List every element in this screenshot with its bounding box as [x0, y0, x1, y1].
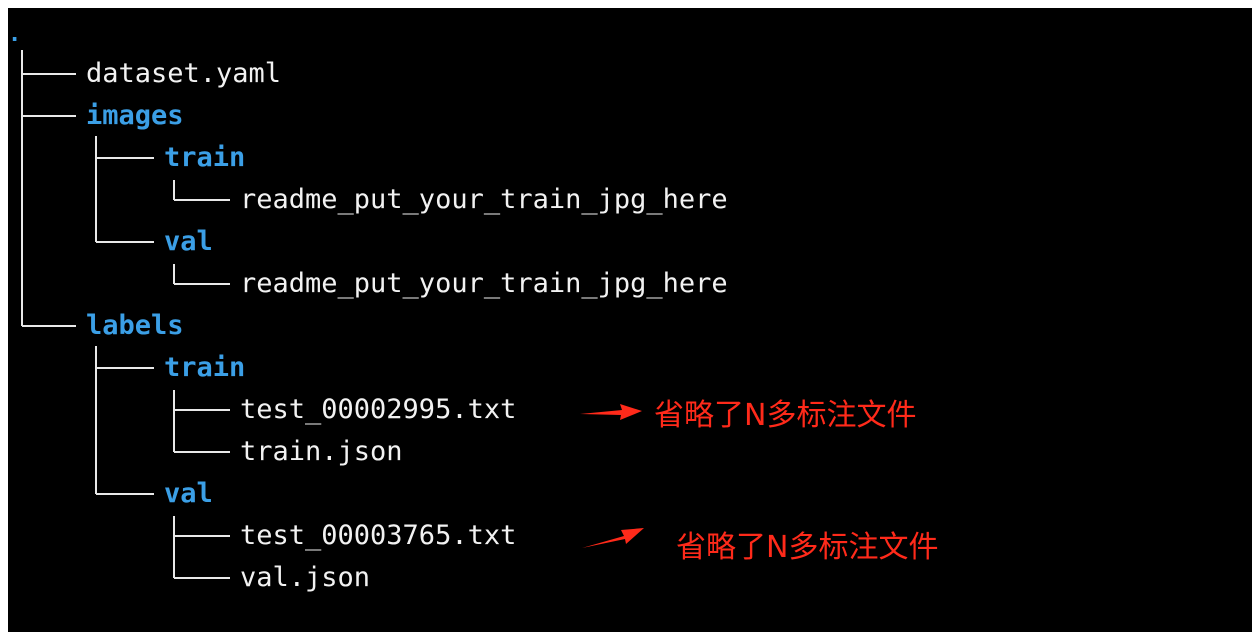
tree-item-images[interactable]: images — [86, 95, 184, 137]
tree-item-labels-train-txt[interactable]: test_00002995.txt — [240, 389, 516, 431]
annotation-note-2: 省略了N多标注文件 — [676, 530, 939, 565]
tree-item-labels-train-json[interactable]: train.json — [240, 431, 403, 473]
annotation-arrow-2 — [582, 528, 644, 548]
annotation-note-1: 省略了N多标注文件 — [654, 398, 917, 433]
tree-item-labels-val-txt[interactable]: test_00003765.txt — [240, 515, 516, 557]
tree-item-labels-train[interactable]: train — [164, 347, 245, 389]
annotation-arrow-1 — [580, 404, 642, 420]
tree-item-images-val-readme[interactable]: readme_put_your_train_jpg_here — [240, 263, 728, 305]
tree-item-labels-val[interactable]: val — [164, 473, 213, 515]
tree-root: . — [8, 22, 22, 47]
tree-item-labels-val-json[interactable]: val.json — [240, 557, 370, 599]
tree-item-images-train[interactable]: train — [164, 137, 245, 179]
tree-item-dataset-yaml[interactable]: dataset.yaml — [86, 53, 281, 95]
tree-item-labels[interactable]: labels — [86, 305, 184, 347]
tree-item-images-train-readme[interactable]: readme_put_your_train_jpg_here — [240, 179, 728, 221]
terminal-window: . dataset.yaml images train readme_put_y… — [8, 8, 1252, 632]
tree-item-images-val[interactable]: val — [164, 221, 213, 263]
